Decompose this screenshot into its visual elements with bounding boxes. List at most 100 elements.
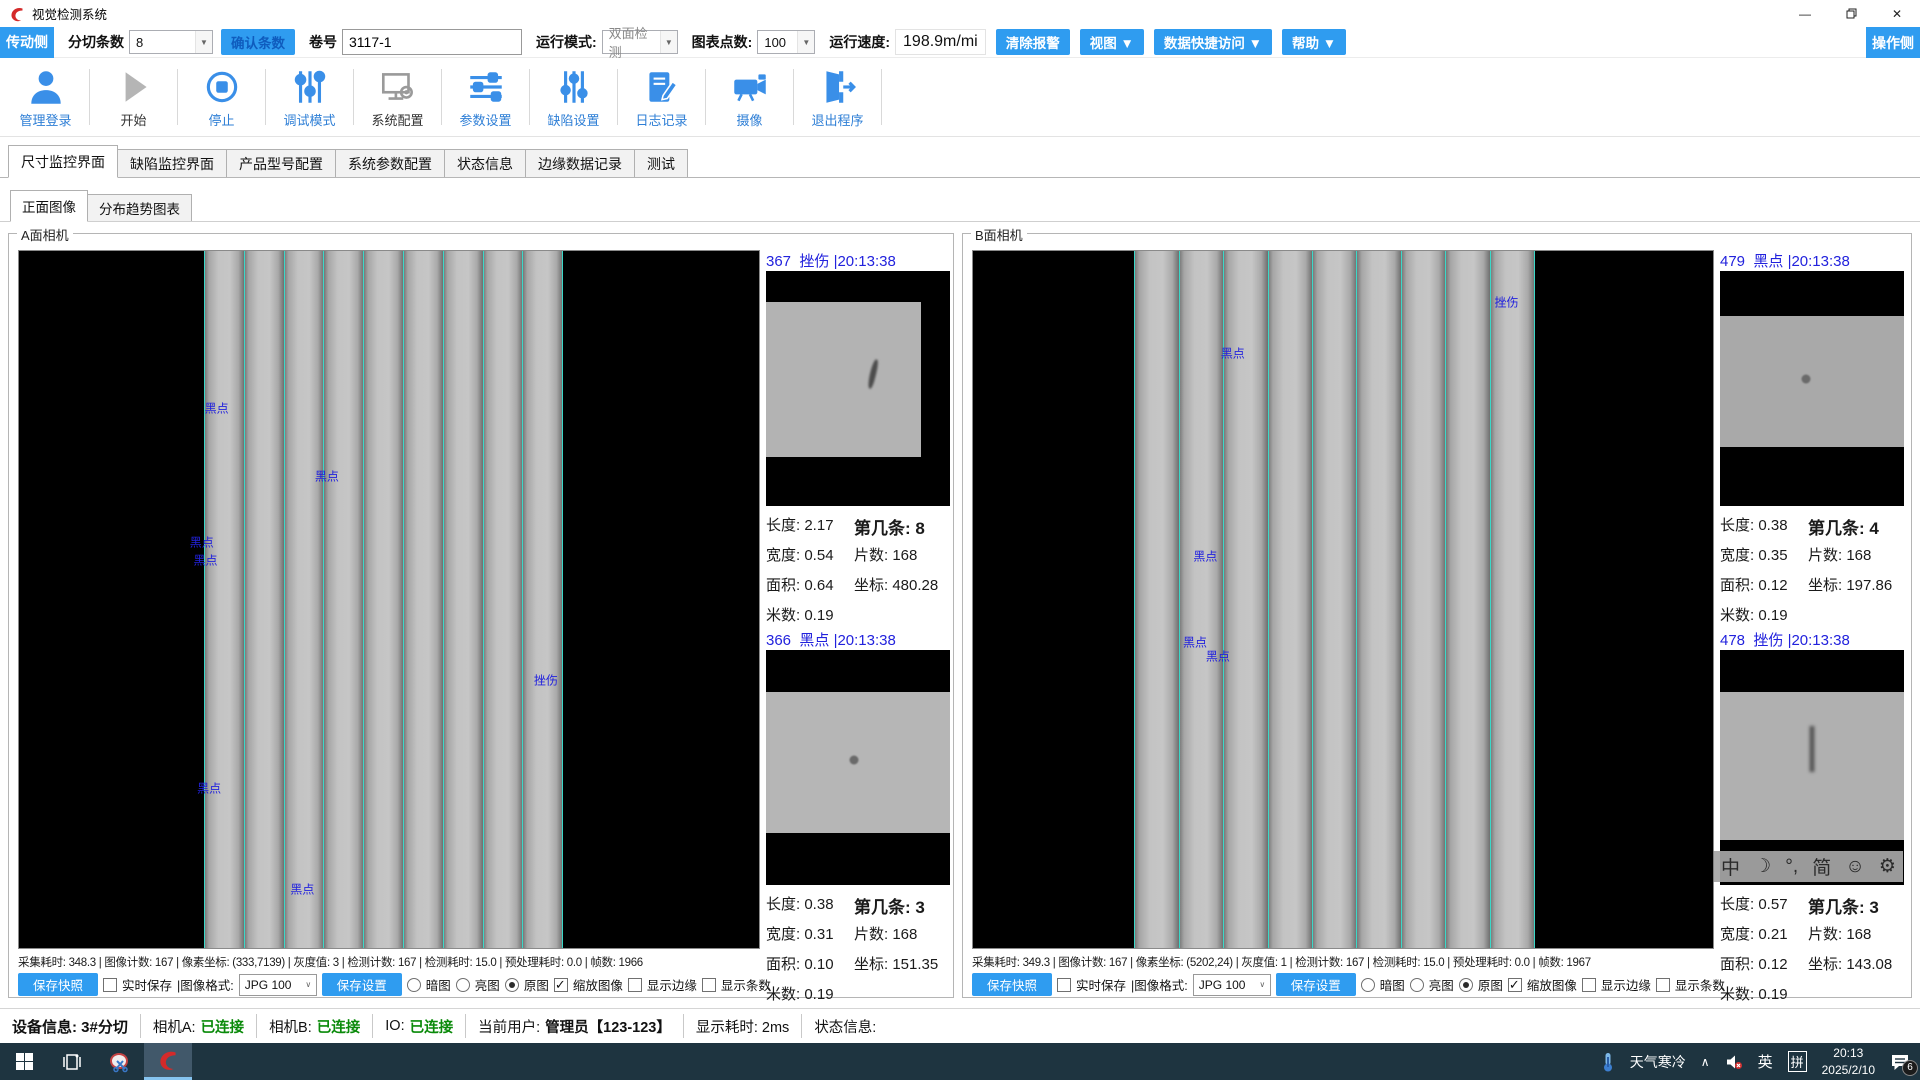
show-edge-label: 显示边缘 [1601,975,1651,994]
film-strip-region [204,251,562,948]
play-icon [113,66,155,108]
admin-login-button[interactable]: 管理登录 [2,66,89,129]
film-strip-region [1134,251,1534,948]
image-format-select[interactable]: JPG 100∨ [239,974,317,996]
realtime-save-checkbox[interactable] [1057,978,1071,992]
action-center-button[interactable]: 6 [1890,1053,1910,1071]
save-settings-button[interactable]: 保存设置 [322,973,402,996]
defect-card[interactable]: 479 黑点 |20:13:38 长度: 0.38 第几条: 4 宽度: 0.3… [1720,250,1904,626]
tab-edge-data[interactable]: 边缘数据记录 [525,149,635,177]
log-record-button[interactable]: 日志记录 [618,66,705,129]
language-indicator[interactable]: 英 [1758,1051,1773,1072]
save-snapshot-button[interactable]: 保存快照 [18,973,98,996]
close-button[interactable]: ✕ [1874,0,1920,27]
camera-b-defect-list: 479 黑点 |20:13:38 长度: 0.38 第几条: 4 宽度: 0.3… [1720,250,1904,1008]
defect-card[interactable]: 367 挫伤 |20:13:38 长度: 2.17 第几条: 8 宽度: 0.5… [766,250,950,626]
minimize-button[interactable]: — [1782,0,1828,27]
system-config-button[interactable]: 系统配置 [354,66,441,129]
task-view-button[interactable] [48,1043,96,1080]
save-settings-button[interactable]: 保存设置 [1276,973,1356,996]
original-image-radio[interactable] [505,978,519,992]
zoom-image-checkbox[interactable] [554,978,568,992]
defect-mark [850,756,859,765]
image-format-select[interactable]: JPG 100∨ [1193,974,1271,996]
restore-button[interactable] [1828,0,1874,27]
volume-muted-icon[interactable] [1725,1054,1743,1070]
tab-product-model[interactable]: 产品型号配置 [226,149,336,177]
show-count-checkbox[interactable] [1656,978,1670,992]
drive-side-button[interactable]: 传动侧 [0,27,54,58]
tab-system-params[interactable]: 系统参数配置 [335,149,445,177]
defect-image-label: 黑点 [190,534,214,551]
snipping-tool-icon [109,1051,131,1073]
ime-item[interactable]: 中 [1721,853,1740,880]
exit-program-button[interactable]: 退出程序 [794,66,881,129]
start-button[interactable] [0,1043,48,1080]
confirm-count-button[interactable]: 确认条数 [221,29,295,55]
task-view-icon [63,1054,81,1070]
ime-item[interactable]: ☽ [1754,855,1771,878]
ime-item[interactable]: 简 [1812,853,1831,880]
ime-item[interactable]: ☺ [1845,856,1864,878]
data-quick-access-button[interactable]: 数据快捷访问 ▼ [1154,29,1272,55]
start-button[interactable]: 开始 [90,66,177,129]
tab-status-info[interactable]: 状态信息 [444,149,526,177]
operator-side-button[interactable]: 操作侧 [1866,27,1920,58]
zoom-image-checkbox[interactable] [1508,978,1522,992]
tray-expand-chevron[interactable]: ∧ [1701,1055,1710,1069]
current-user: 当前用户:管理员【123-123】 [466,1014,684,1038]
dark-image-radio[interactable] [407,978,421,992]
tab-test[interactable]: 测试 [634,149,688,177]
show-edge-checkbox[interactable] [628,978,642,992]
defect-image-label: 黑点 [1193,548,1217,565]
clear-alarm-button[interactable]: 清除报警 [996,29,1070,55]
defect-card[interactable]: 478 挫伤 |20:13:38 长度: 0.57 第几条: 3 宽度: 0.2… [1720,629,1904,1005]
save-snapshot-button[interactable]: 保存快照 [972,973,1052,996]
slit-count-select[interactable]: 8▼ [129,30,213,54]
defect-image-label: 挫伤 [1495,293,1519,310]
camera-a-status-line: 采集耗时: 348.3 | 图像计数: 167 | 像素坐标: (333,713… [18,954,760,970]
original-image-label: 原图 [524,975,549,994]
realtime-save-checkbox[interactable] [103,978,117,992]
defect-card[interactable]: 366 黑点 |20:13:38 长度: 0.38 第几条: 3 宽度: 0.3… [766,629,950,1005]
subtab-front-image[interactable]: 正面图像 [10,190,88,222]
capture-button[interactable]: 摄像 [706,66,793,129]
snipping-tool-button[interactable] [96,1043,144,1080]
roll-number-input[interactable] [342,29,522,55]
chart-points-label: 图表点数: [692,32,753,52]
tab-size-monitor[interactable]: 尺寸监控界面 [8,145,118,178]
defect-info: 长度: 2.17 第几条: 8 宽度: 0.54 片数: 168 面积: 0.6… [766,514,950,626]
show-count-checkbox[interactable] [702,978,716,992]
show-edge-checkbox[interactable] [1582,978,1596,992]
zoom-image-label: 缩放图像 [1527,975,1577,994]
defect-thumbnail [1720,650,1904,885]
ime-item[interactable]: ⚙ [1879,855,1896,878]
debug-mode-button[interactable]: 调试模式 [266,66,353,129]
ime-item[interactable]: °, [1785,856,1798,878]
dark-image-radio[interactable] [1361,978,1375,992]
defect-image-label: 黑点 [1221,345,1245,362]
clock[interactable]: 20:13 2025/2/10 [1822,1045,1875,1077]
parameter-settings-button[interactable]: 参数设置 [442,66,529,129]
defect-settings-button[interactable]: 缺陷设置 [530,66,617,129]
help-menu-button[interactable]: 帮助 ▼ [1282,29,1346,55]
chart-points-select[interactable]: 100▼ [757,30,815,54]
chevron-down-icon: ∨ [301,980,316,989]
tab-defect-monitor[interactable]: 缺陷监控界面 [117,149,227,177]
camera-b-title: B面相机 [971,225,1027,244]
app-taskbar-button[interactable] [144,1043,192,1080]
bright-image-radio[interactable] [1410,978,1424,992]
camera-a-image: 黑点黑点黑点黑点挫伤黑点黑点 [18,250,760,949]
icon-toolbar: 管理登录 开始 停止 调试模式 系统配置 参数设置 缺陷设置 [0,58,1920,137]
weather-text[interactable]: 天气寒冷 [1630,1052,1686,1072]
bright-image-radio[interactable] [456,978,470,992]
view-menu-button[interactable]: 视图 ▼ [1080,29,1144,55]
ime-mode-indicator[interactable]: 拼 [1788,1051,1807,1072]
original-image-radio[interactable] [1459,978,1473,992]
stop-button[interactable]: 停止 [178,66,265,129]
ime-toolbar[interactable]: 中 ☽ °, 简 ☺ ⚙ [1713,851,1903,882]
app-logo-icon [157,1049,179,1071]
subtab-trend-chart[interactable]: 分布趋势图表 [87,194,192,221]
app-window: 视觉检测系统 — ✕ 传动侧 分切条数 8▼ 确认条数 卷号 运行模式: 双面检… [0,0,1920,1080]
run-mode-select[interactable]: 双面检测▼ [602,30,678,54]
